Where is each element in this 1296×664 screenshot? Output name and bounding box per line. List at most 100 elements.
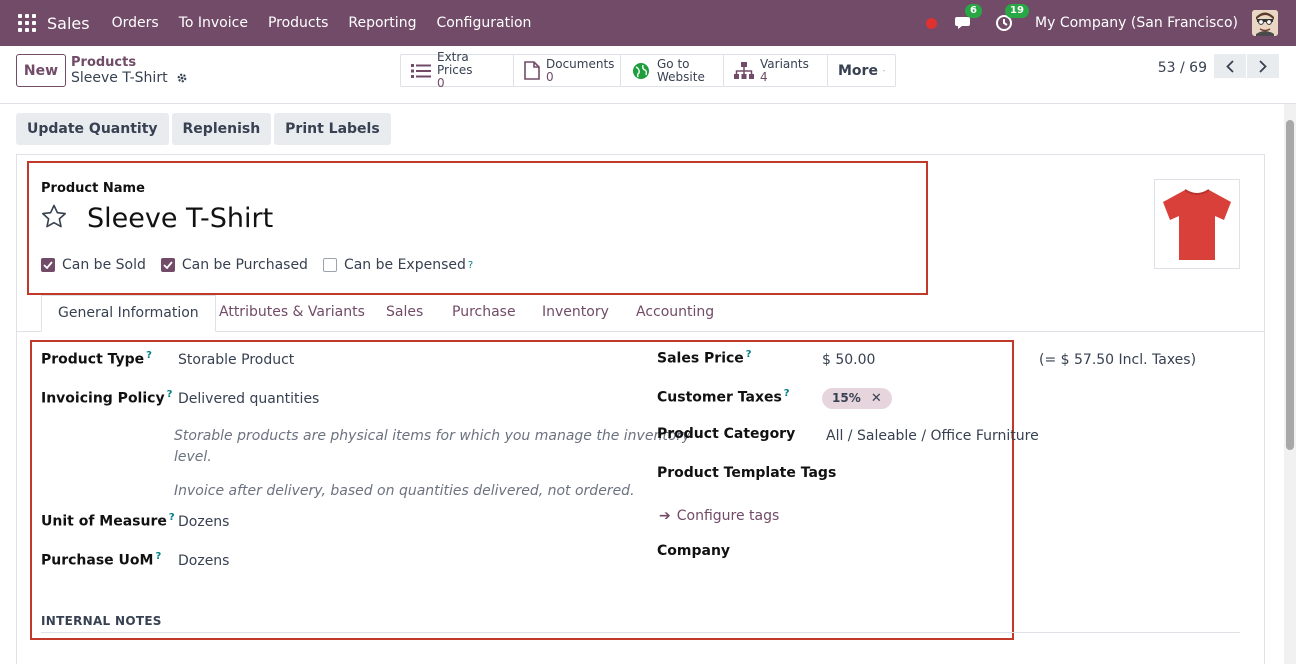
tab-sales[interactable]: Sales bbox=[386, 295, 423, 332]
navbar-systray: 6 19 My Company (San Francisco) bbox=[926, 0, 1296, 46]
breadcrumb-parent[interactable]: Products bbox=[71, 55, 136, 70]
remove-tag-icon[interactable]: ✕ bbox=[871, 391, 882, 406]
pager-next-button[interactable] bbox=[1247, 54, 1279, 78]
can-be-expensed-label: Can be Expensed bbox=[343, 257, 466, 273]
new-button[interactable]: New bbox=[16, 54, 66, 87]
page-scrollbar[interactable] bbox=[1284, 104, 1296, 664]
tab-inventory[interactable]: Inventory bbox=[542, 295, 609, 332]
go-to-title: Go to bbox=[657, 56, 690, 71]
file-icon bbox=[524, 61, 540, 81]
activities-button[interactable]: 19 bbox=[995, 4, 1029, 32]
sales-price-label: Sales Price? bbox=[657, 349, 752, 367]
product-image[interactable] bbox=[1154, 179, 1240, 269]
can-be-purchased-label: Can be Purchased bbox=[181, 257, 308, 273]
product-name-label: Product Name bbox=[41, 181, 145, 196]
print-labels-button[interactable]: Print Labels bbox=[274, 113, 391, 145]
breadcrumb-current-label: Sleeve T-Shirt bbox=[71, 70, 168, 86]
template-tags-label: Product Template Tags bbox=[657, 465, 837, 481]
invoicing-policy-label: Invoicing Policy? bbox=[41, 389, 173, 407]
tab-general-information[interactable]: General Information bbox=[41, 295, 216, 332]
can-be-sold-label: Can be Sold bbox=[62, 257, 146, 273]
documents-title: Documents bbox=[546, 56, 615, 71]
user-avatar[interactable] bbox=[1252, 10, 1278, 36]
pager-previous-button[interactable] bbox=[1214, 54, 1246, 78]
help-tooltip-icon[interactable]: ? bbox=[746, 349, 752, 360]
configure-tags-label: Configure tags bbox=[676, 508, 780, 524]
section-divider bbox=[41, 632, 1240, 633]
sales-price-input[interactable]: $ 50.00 bbox=[822, 352, 875, 368]
nav-configuration[interactable]: Configuration bbox=[436, 15, 531, 31]
go-to-value: Website bbox=[657, 69, 705, 84]
tshirt-image-icon bbox=[1163, 189, 1231, 260]
nav-orders[interactable]: Orders bbox=[112, 15, 159, 31]
nav-products[interactable]: Products bbox=[268, 15, 328, 31]
globe-icon bbox=[631, 61, 651, 81]
caret-down-icon bbox=[883, 70, 885, 71]
help-tooltip-icon[interactable]: ? bbox=[146, 350, 152, 361]
recording-dot-icon[interactable] bbox=[926, 17, 938, 29]
help-tooltip-icon[interactable]: ? bbox=[169, 512, 175, 523]
tab-purchase[interactable]: Purchase bbox=[452, 295, 516, 332]
control-panel: New Products Sleeve T-Shirt Extra Prices… bbox=[0, 46, 1296, 104]
can-be-purchased-checkbox[interactable]: Can be Purchased bbox=[160, 257, 308, 273]
checkbox-checked-icon bbox=[41, 258, 55, 272]
product-category-label: Product Category bbox=[657, 426, 796, 442]
pager-value[interactable]: 53 / 69 bbox=[1158, 60, 1207, 76]
help-text-invoice: Invoice after delivery, based on quantit… bbox=[174, 483, 635, 499]
go-to-website-button[interactable]: Go to Website bbox=[621, 55, 724, 86]
tax-tag: 15% ✕ bbox=[822, 388, 892, 409]
checkbox-checked-icon bbox=[160, 258, 175, 272]
product-flags: Can be Sold Can be Purchased Can be Expe… bbox=[41, 257, 488, 273]
more-label: More bbox=[838, 62, 878, 79]
update-quantity-button[interactable]: Update Quantity bbox=[16, 113, 169, 145]
chevron-right-icon bbox=[1259, 59, 1267, 73]
help-tooltip-icon[interactable]: ? bbox=[784, 388, 790, 399]
can-be-sold-checkbox[interactable]: Can be Sold bbox=[41, 257, 146, 273]
more-dropdown[interactable]: More bbox=[828, 55, 895, 86]
smart-buttons: Extra Prices 0 Documents 0 Go to Website bbox=[400, 51, 896, 90]
gear-icon[interactable] bbox=[176, 72, 188, 84]
price-incl-taxes: (= $ 57.50 Incl. Taxes) bbox=[1039, 352, 1197, 368]
product-category-select[interactable]: All / Saleable / Office Furniture bbox=[826, 428, 1039, 444]
can-be-expensed-checkbox[interactable]: Can be Expensed ? bbox=[322, 257, 473, 273]
breadcrumb-current: Sleeve T-Shirt bbox=[71, 70, 188, 86]
app-brand[interactable]: Sales bbox=[47, 14, 90, 33]
nav-to-invoice[interactable]: To Invoice bbox=[179, 15, 248, 31]
documents-button[interactable]: Documents 0 bbox=[514, 55, 621, 86]
tax-tag-label: 15% bbox=[832, 391, 861, 405]
replenish-button[interactable]: Replenish bbox=[171, 113, 272, 145]
extra-prices-title: Extra Prices bbox=[437, 50, 473, 77]
scrollbar-thumb[interactable] bbox=[1286, 120, 1294, 450]
tab-accounting[interactable]: Accounting bbox=[636, 295, 714, 332]
favorite-star-icon[interactable] bbox=[40, 203, 68, 231]
product-type-label: Product Type? bbox=[41, 350, 152, 368]
messages-badge: 6 bbox=[965, 4, 982, 18]
invoicing-policy-select[interactable]: Delivered quantities bbox=[178, 391, 319, 407]
messages-button[interactable]: 6 bbox=[955, 4, 982, 32]
documents-value: 0 bbox=[546, 69, 554, 84]
tab-attributes-variants[interactable]: Attributes & Variants bbox=[219, 295, 365, 332]
extra-prices-button[interactable]: Extra Prices 0 bbox=[401, 51, 514, 90]
extra-prices-value: 0 bbox=[437, 76, 445, 90]
status-bar: Update Quantity Replenish Print Labels bbox=[16, 113, 394, 145]
help-tooltip-icon[interactable]: ? bbox=[155, 551, 161, 562]
company-switcher[interactable]: My Company (San Francisco) bbox=[1035, 15, 1238, 31]
purchase-uom-label: Purchase UoM? bbox=[41, 551, 162, 569]
top-navbar: Sales Orders To Invoice Products Reporti… bbox=[0, 0, 1296, 46]
configure-tags-link[interactable]: ➔ Configure tags bbox=[659, 508, 779, 524]
help-tooltip-icon[interactable]: ? bbox=[468, 260, 473, 271]
variants-button[interactable]: Variants 4 bbox=[724, 55, 828, 86]
product-type-select[interactable]: Storable Product bbox=[178, 352, 294, 368]
internal-notes-title: INTERNAL NOTES bbox=[41, 614, 162, 628]
uom-label: Unit of Measure? bbox=[41, 512, 175, 530]
product-name-input[interactable]: Sleeve T-Shirt bbox=[87, 203, 273, 234]
sitemap-icon bbox=[734, 61, 754, 81]
customer-taxes-label: Customer Taxes? bbox=[657, 388, 790, 406]
avatar-face-icon bbox=[1252, 10, 1278, 36]
apps-grid-icon[interactable] bbox=[18, 14, 36, 32]
uom-select[interactable]: Dozens bbox=[178, 514, 229, 530]
purchase-uom-select[interactable]: Dozens bbox=[178, 553, 229, 569]
help-tooltip-icon[interactable]: ? bbox=[167, 389, 173, 400]
nav-reporting[interactable]: Reporting bbox=[348, 15, 416, 31]
chevron-left-icon bbox=[1226, 59, 1234, 73]
